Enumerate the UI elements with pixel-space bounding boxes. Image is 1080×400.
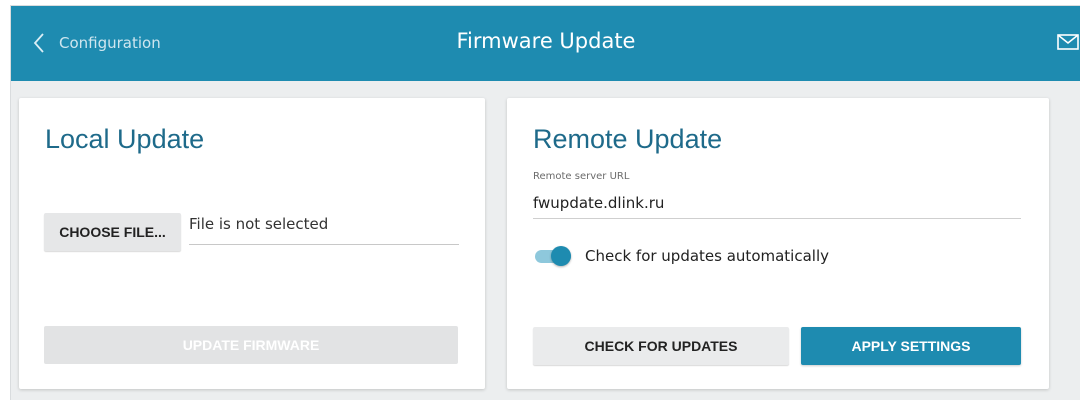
header-bar: Configuration Firmware Update — [11, 6, 1080, 81]
update-firmware-button[interactable]: UPDATE FIRMWARE — [44, 326, 458, 364]
toggle-knob — [551, 246, 571, 266]
local-update-card: Local Update CHOOSE FILE... File is not … — [19, 98, 485, 389]
app-frame: Configuration Firmware Update Local Upda… — [10, 5, 1080, 400]
auto-check-label: Check for updates automatically — [585, 247, 829, 265]
remote-update-card: Remote Update Remote server URL Check fo… — [507, 98, 1049, 389]
remote-url-label: Remote server URL — [533, 171, 630, 182]
remote-update-title: Remote Update — [533, 124, 723, 154]
mail-button[interactable] — [1057, 34, 1079, 55]
mail-icon — [1057, 34, 1079, 50]
local-update-title: Local Update — [45, 124, 205, 154]
file-status-field: File is not selected — [189, 211, 459, 245]
auto-check-toggle[interactable] — [535, 244, 575, 268]
apply-settings-button[interactable]: APPLY SETTINGS — [801, 327, 1021, 365]
page-title: Firmware Update — [456, 29, 636, 53]
choose-file-button[interactable]: CHOOSE FILE... — [44, 213, 181, 251]
check-for-updates-button[interactable]: CHECK FOR UPDATES — [533, 327, 789, 365]
remote-url-input[interactable] — [533, 188, 1021, 219]
